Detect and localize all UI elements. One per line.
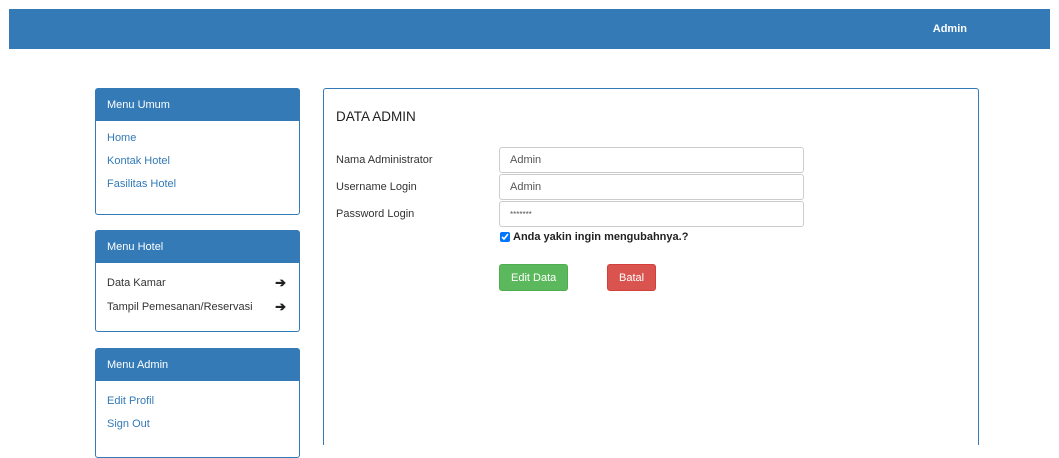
menu-umum-heading: Menu Umum xyxy=(96,89,299,121)
cancel-button[interactable]: Batal xyxy=(607,264,657,291)
top-navbar: Admin xyxy=(9,9,1050,49)
arrow-right-icon: ➔ xyxy=(275,275,286,290)
confirm-checkbox-row[interactable]: Anda yakin ingin mengubahnya.? xyxy=(500,231,688,243)
name-label: Nama Administrator xyxy=(336,154,433,166)
nav-link-kontak-hotel[interactable]: Kontak Hotel xyxy=(107,150,288,173)
menu-hotel-heading: Menu Hotel xyxy=(96,231,299,263)
confirm-label: Anda yakin ingin mengubahnya.? xyxy=(513,231,689,243)
menu-hotel-panel: Menu Hotel Data Kamar ➔ Tampil Pemesanan… xyxy=(95,230,300,332)
menu-admin-panel: Menu Admin Edit Profil Sign Out xyxy=(95,348,300,458)
username-input[interactable] xyxy=(499,174,804,200)
username-label: Username Login xyxy=(336,181,417,193)
nav-link-sign-out[interactable]: Sign Out xyxy=(107,413,288,436)
menu-admin-heading: Menu Admin xyxy=(96,349,299,381)
data-admin-panel: DATA ADMIN Nama Administrator Username L… xyxy=(323,88,979,445)
page-title: DATA ADMIN xyxy=(336,109,416,124)
password-input[interactable] xyxy=(499,201,804,227)
name-input[interactable] xyxy=(499,147,804,173)
password-label: Password Login xyxy=(336,208,415,220)
arrow-right-icon: ➔ xyxy=(275,299,286,314)
menu-item-label: Data Kamar xyxy=(107,277,166,289)
menu-item-label: Tampil Pemesanan/Reservasi xyxy=(107,301,253,313)
admin-user-menu[interactable]: Admin xyxy=(933,23,967,35)
nav-link-home[interactable]: Home xyxy=(107,127,288,150)
menu-item-data-kamar[interactable]: Data Kamar ➔ xyxy=(107,272,288,294)
nav-link-fasilitas-hotel[interactable]: Fasilitas Hotel xyxy=(107,173,288,196)
menu-umum-panel: Menu Umum Home Kontak Hotel Fasilitas Ho… xyxy=(95,88,300,215)
edit-data-button[interactable]: Edit Data xyxy=(499,264,569,291)
confirm-checkbox[interactable] xyxy=(500,232,510,242)
nav-link-edit-profil[interactable]: Edit Profil xyxy=(107,390,288,413)
menu-item-tampil-pemesanan[interactable]: Tampil Pemesanan/Reservasi ➔ xyxy=(107,296,288,318)
